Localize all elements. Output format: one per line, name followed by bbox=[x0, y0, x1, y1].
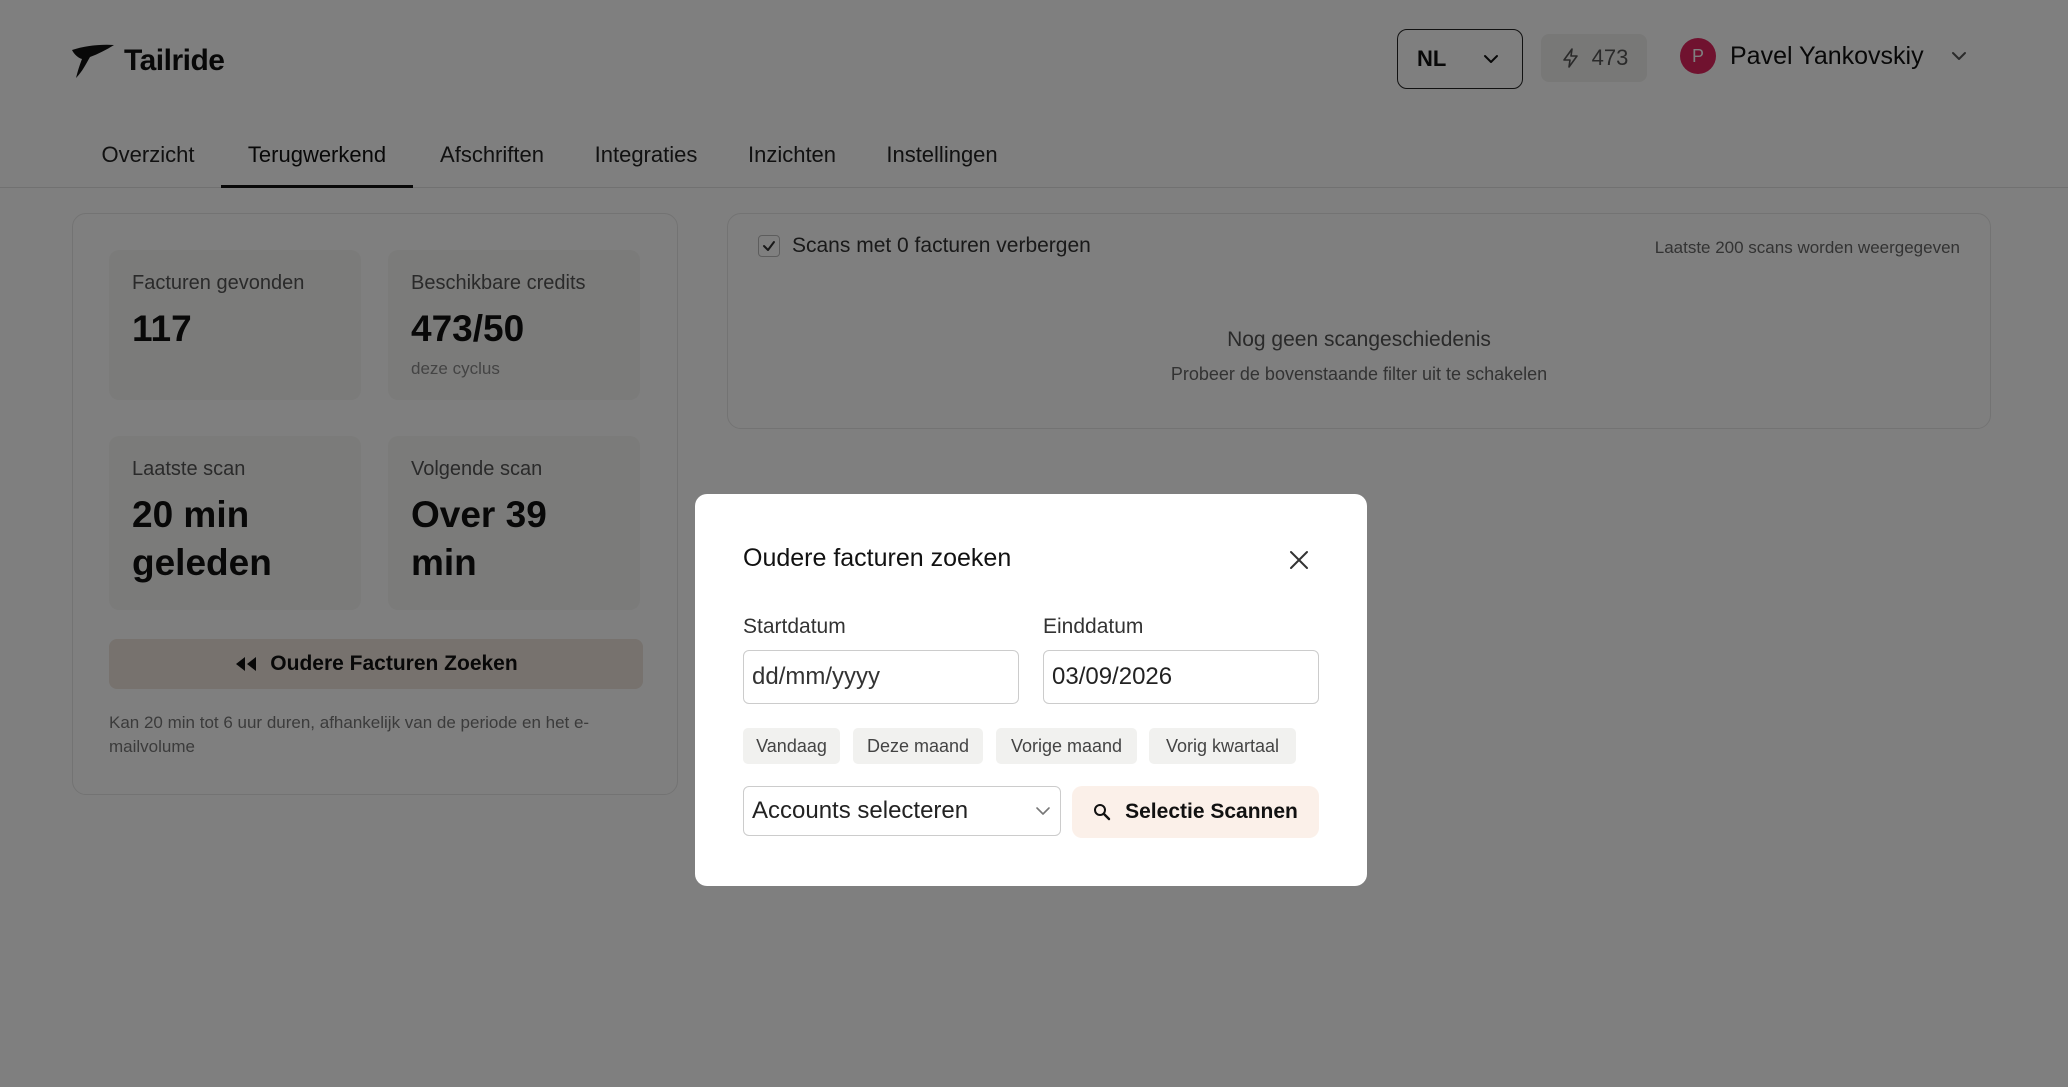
accounts-select[interactable]: Accounts selecteren bbox=[743, 786, 1061, 836]
accounts-placeholder: Accounts selecteren bbox=[752, 797, 969, 824]
quick-range-today[interactable]: Vandaag bbox=[743, 728, 840, 764]
end-date-input[interactable] bbox=[1043, 650, 1319, 704]
end-date-label: Einddatum bbox=[1043, 615, 1144, 638]
quick-range-last-month[interactable]: Vorige maand bbox=[996, 728, 1137, 764]
scan-selection-label: Selectie Scannen bbox=[1125, 800, 1298, 823]
close-icon bbox=[1290, 551, 1308, 569]
start-date-input[interactable] bbox=[743, 650, 1019, 704]
start-date-label: Startdatum bbox=[743, 615, 846, 638]
modal-title: Oudere facturen zoeken bbox=[743, 544, 1012, 572]
search-icon bbox=[1094, 804, 1111, 821]
close-button[interactable] bbox=[1285, 546, 1313, 574]
quick-range-last-quarter[interactable]: Vorig kwartaal bbox=[1149, 728, 1296, 764]
quick-range-this-month[interactable]: Deze maand bbox=[853, 728, 983, 764]
scan-selection-button[interactable]: Selectie Scannen bbox=[1072, 786, 1319, 838]
older-invoices-modal: Oudere facturen zoeken Startdatum Eindda… bbox=[695, 494, 1367, 886]
app-root: Tailride NL 473 P Pavel Yankovskiy Overz… bbox=[0, 0, 2068, 1087]
chevron-down-icon bbox=[1036, 807, 1050, 815]
